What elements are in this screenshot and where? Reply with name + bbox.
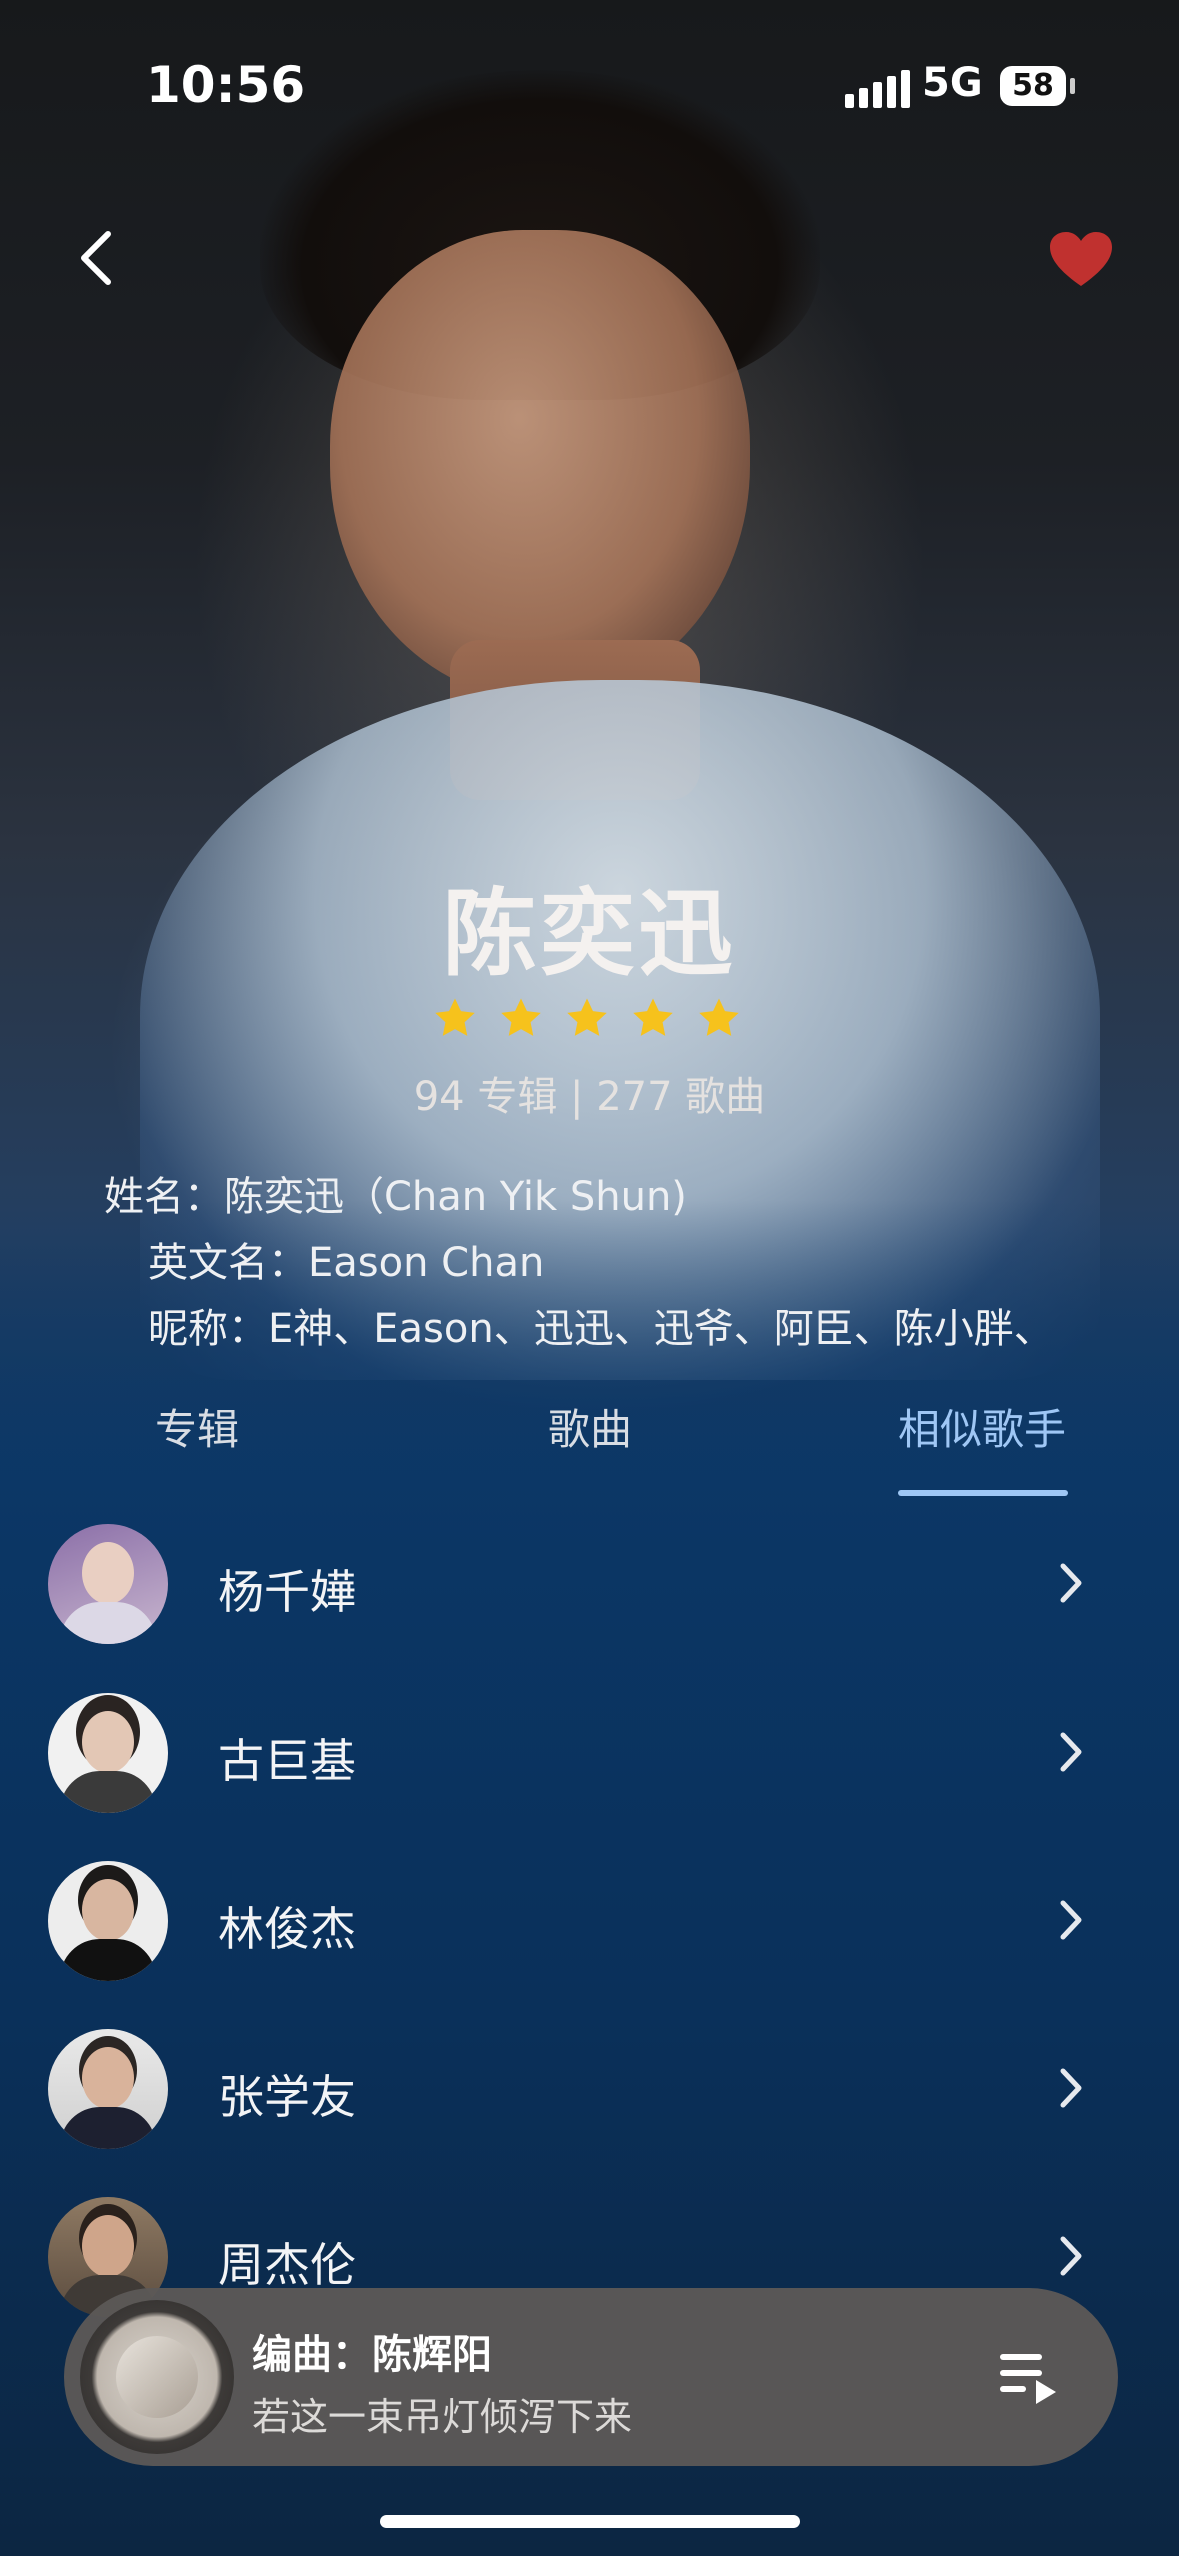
similar-artist-row[interactable]: 杨千嬅 <box>0 1514 1179 1654</box>
similar-artist-row[interactable]: 张学友 <box>0 2019 1179 2159</box>
tab-songs[interactable]: 歌曲 <box>548 1396 632 1457</box>
artist-photo-face <box>330 230 750 700</box>
artist-nicknames: 昵称：E神、Eason、迅迅、迅爷、阿臣、陈小胖、 <box>148 1306 1054 1352</box>
artist-name: 林俊杰 <box>218 1902 356 1956</box>
star-icon <box>498 995 544 1041</box>
home-indicator[interactable] <box>380 2515 800 2528</box>
now-playing-lyric: 若这一束吊灯倾泻下来 <box>252 2395 633 2439</box>
avatar <box>48 1693 168 1813</box>
active-tab-indicator <box>898 1490 1068 1496</box>
avatar-body <box>60 1602 156 1644</box>
avatar-body <box>60 1939 156 1981</box>
similar-artist-row[interactable]: 林俊杰 <box>0 1851 1179 1991</box>
chevron-left-icon <box>81 231 111 285</box>
playlist-button[interactable] <box>994 2342 1064 2412</box>
star-icon <box>564 995 610 1041</box>
chevron-right-icon <box>1060 1732 1082 1772</box>
artist-english-name: 英文名：Eason Chan <box>148 1240 545 1286</box>
chevron-right-icon <box>1060 1563 1082 1603</box>
tab-similar-artists[interactable]: 相似歌手 <box>898 1396 1066 1457</box>
rating-stars <box>432 995 742 1041</box>
artist-name: 古巨基 <box>218 1734 356 1788</box>
tab-bar: 专辑 歌曲 相似歌手 <box>0 1396 1179 1476</box>
mini-player[interactable]: 编曲：陈辉阳 若这一束吊灯倾泻下来 <box>64 2288 1118 2466</box>
similar-artist-row[interactable]: 古巨基 <box>0 1683 1179 1823</box>
cellular-signal-icon <box>845 70 910 108</box>
battery-icon: 58 <box>1000 66 1066 106</box>
chevron-right-icon <box>1060 1900 1082 1940</box>
avatar-body <box>60 1771 156 1813</box>
avatar <box>48 1861 168 1981</box>
favorite-button[interactable] <box>1048 230 1114 290</box>
artist-name: 张学友 <box>218 2070 356 2124</box>
star-icon <box>696 995 742 1041</box>
artist-stats: 94 专辑 | 277 歌曲 <box>413 1074 766 1120</box>
chevron-right-icon <box>1060 2068 1082 2108</box>
star-icon <box>630 995 676 1041</box>
tab-albums[interactable]: 专辑 <box>155 1396 239 1457</box>
artist-name: 周杰伦 <box>218 2238 356 2292</box>
playlist-icon <box>1000 2354 1056 2404</box>
back-button[interactable] <box>70 228 130 288</box>
artist-name: 杨千嬅 <box>218 1565 356 1619</box>
avatar <box>48 1524 168 1644</box>
heart-icon <box>1050 232 1112 286</box>
album-cover <box>116 2336 198 2418</box>
avatar-face <box>82 2047 134 2109</box>
status-time: 10:56 <box>146 56 306 114</box>
chevron-right-icon <box>1060 2236 1082 2276</box>
avatar-body <box>60 2107 156 2149</box>
artist-full-name: 姓名：陈奕迅（Chan Yik Shun) <box>104 1174 687 1220</box>
avatar-face <box>82 1542 134 1604</box>
avatar-face <box>82 2215 134 2277</box>
artist-name: 陈奕迅 <box>442 880 737 989</box>
battery-tip <box>1070 78 1075 94</box>
now-playing-title: 编曲：陈辉阳 <box>252 2332 492 2378</box>
avatar-face <box>82 1711 134 1773</box>
avatar <box>48 2029 168 2149</box>
avatar-face <box>82 1879 134 1941</box>
star-icon <box>432 995 478 1041</box>
album-disc[interactable] <box>80 2300 234 2454</box>
network-type: 5G <box>922 60 983 106</box>
